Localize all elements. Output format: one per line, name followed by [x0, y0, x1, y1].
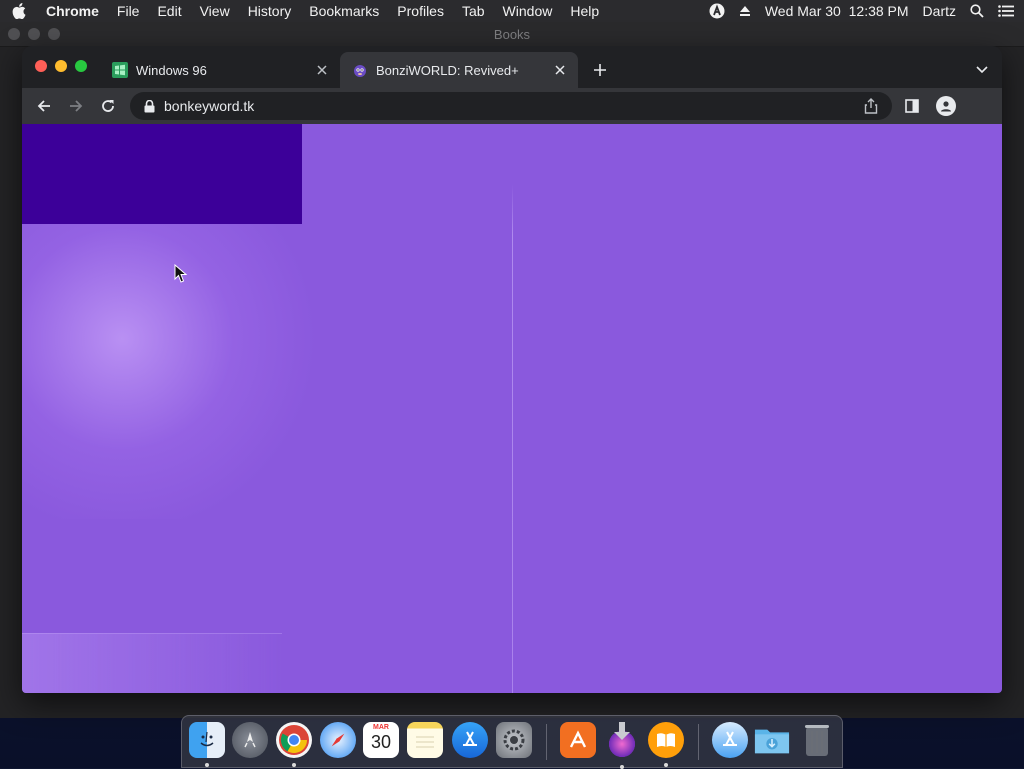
- app-store-folder-icon[interactable]: [712, 722, 748, 758]
- address-bar[interactable]: bonkeyword.tk: [130, 92, 892, 120]
- books-zoom-button[interactable]: [48, 28, 60, 40]
- bonzi-icon: [352, 62, 368, 78]
- plus-icon: [594, 64, 606, 76]
- close-window-button[interactable]: [35, 60, 47, 72]
- menu-view[interactable]: View: [200, 3, 230, 19]
- books-window-controls: [8, 28, 60, 40]
- share-icon[interactable]: [862, 97, 880, 115]
- window-controls: [35, 60, 87, 72]
- eject-icon[interactable]: [739, 5, 751, 17]
- menu-user[interactable]: Dartz: [923, 3, 956, 19]
- tab-title: Windows 96: [136, 62, 207, 78]
- fullscreen-window-button[interactable]: [75, 60, 87, 72]
- side-panel-button[interactable]: [902, 96, 922, 116]
- launchpad-icon[interactable]: [232, 722, 268, 758]
- avast-status-icon[interactable]: [709, 3, 725, 19]
- arrow-right-icon: [70, 100, 83, 112]
- person-icon: [941, 101, 951, 112]
- minimize-window-button[interactable]: [55, 60, 67, 72]
- menu-history[interactable]: History: [248, 3, 292, 19]
- side-panel-icon: [905, 99, 919, 113]
- chrome-icon[interactable]: [276, 722, 312, 758]
- menu-edit[interactable]: Edit: [157, 3, 181, 19]
- menu-bookmarks[interactable]: Bookmarks: [309, 3, 379, 19]
- calendar-icon[interactable]: MAR 30: [363, 722, 399, 758]
- finder-icon[interactable]: [189, 722, 225, 758]
- safari-icon[interactable]: [320, 722, 356, 758]
- menu-app-name[interactable]: Chrome: [46, 3, 99, 19]
- reload-button[interactable]: [94, 92, 122, 120]
- mouse-cursor-icon: [174, 264, 188, 283]
- avast-icon[interactable]: [560, 722, 596, 758]
- downloads-folder-icon[interactable]: [754, 722, 790, 758]
- dock-separator: [546, 724, 547, 760]
- menu-profiles[interactable]: Profiles: [397, 3, 444, 19]
- chevron-down-icon: [976, 66, 988, 74]
- menu-file[interactable]: File: [117, 3, 140, 19]
- windows96-icon: [112, 62, 128, 78]
- books-running-indicator: [664, 763, 668, 767]
- new-tab-button[interactable]: [590, 60, 610, 80]
- tab-search-button[interactable]: [974, 62, 990, 78]
- dock: MAR 30: [181, 715, 843, 769]
- menu-bar: Chrome File Edit View History Bookmarks …: [0, 0, 1024, 22]
- books-titlebar: Books: [0, 22, 1024, 47]
- installer-icon[interactable]: [604, 722, 640, 758]
- apple-menu-icon[interactable]: [10, 3, 28, 19]
- center-divider: [512, 184, 513, 693]
- lock-icon[interactable]: [142, 99, 156, 113]
- tab-title: BonziWORLD: Revived+: [376, 62, 519, 78]
- spotlight-search-icon[interactable]: [970, 4, 984, 18]
- forward-button[interactable]: [62, 92, 90, 120]
- tab-strip: Windows 96 BonziWORLD: Revived+: [22, 46, 1002, 88]
- arrow-left-icon: [37, 100, 50, 112]
- menu-datetime[interactable]: Wed Mar 30 12:38 PM: [765, 3, 909, 19]
- notes-icon[interactable]: [407, 722, 443, 758]
- reload-icon: [102, 100, 114, 112]
- page-header-block: [22, 124, 302, 224]
- page-viewport[interactable]: [22, 124, 1002, 693]
- menu-window[interactable]: Window: [503, 3, 553, 19]
- books-close-button[interactable]: [8, 28, 20, 40]
- tab-close-icon[interactable]: [314, 62, 330, 78]
- trash-icon[interactable]: [799, 722, 835, 758]
- chrome-window: Windows 96 BonziWORLD: Revived+ bonkeywo…: [22, 46, 1002, 693]
- bottom-panel: [22, 633, 282, 693]
- browser-toolbar: bonkeyword.tk: [22, 88, 1002, 124]
- tab-close-icon[interactable]: [552, 62, 568, 78]
- calendar-day: 30: [370, 732, 392, 752]
- books-icon[interactable]: [648, 722, 684, 758]
- control-center-icon[interactable]: [998, 5, 1014, 17]
- tab-bonziworld[interactable]: BonziWORLD: Revived+: [340, 52, 578, 88]
- menu-help[interactable]: Help: [570, 3, 599, 19]
- app-store-icon[interactable]: [452, 722, 488, 758]
- profile-button[interactable]: [936, 96, 956, 116]
- tab-windows-96[interactable]: Windows 96: [102, 52, 340, 88]
- installer-running-indicator: [620, 765, 624, 769]
- url-text[interactable]: bonkeyword.tk: [164, 98, 862, 114]
- calendar-month: MAR: [373, 724, 389, 731]
- finder-running-indicator: [205, 763, 209, 767]
- dock-separator: [698, 724, 699, 760]
- chrome-running-indicator: [292, 763, 296, 767]
- books-minimize-button[interactable]: [28, 28, 40, 40]
- menu-tab[interactable]: Tab: [462, 3, 485, 19]
- back-button[interactable]: [30, 92, 58, 120]
- books-window-title: Books: [493, 26, 531, 42]
- system-preferences-icon[interactable]: [496, 722, 532, 758]
